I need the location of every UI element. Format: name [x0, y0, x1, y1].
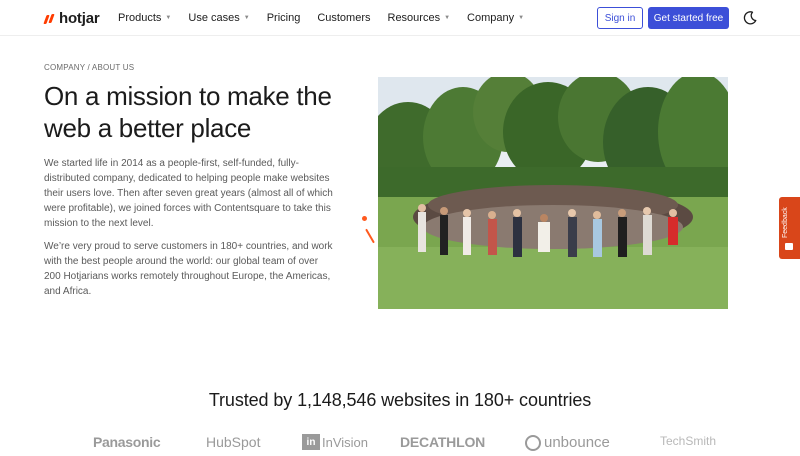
- invision-logo-mark: in: [302, 434, 320, 450]
- top-navigation: hotjar Products ▼ Use cases ▼ Pricing Cust…: [0, 0, 800, 36]
- unbounce-logo-text: unbounce: [544, 434, 610, 451]
- nav-item-label: Resources: [387, 12, 441, 24]
- decorative-dot: [362, 216, 367, 221]
- chevron-down-icon: ▼: [444, 15, 451, 21]
- feedback-label: Feedback: [782, 207, 789, 238]
- decathlon-logo: DECATHLON: [400, 434, 486, 450]
- feedback-icon: [785, 243, 793, 250]
- breadcrumb: COMPANY / ABOUT US: [44, 63, 135, 72]
- nav-item-products[interactable]: Products ▼: [118, 12, 171, 24]
- chevron-down-icon: ▼: [518, 15, 525, 21]
- unbounce-logo: unbounce: [525, 434, 610, 451]
- nav-item-label: Products: [118, 12, 162, 24]
- nav-item-label: Pricing: [266, 12, 301, 24]
- nav-item-label: Customers: [317, 12, 371, 24]
- about-paragraph-1: We started life in 2014 as a people-firs…: [44, 158, 333, 229]
- unbounce-logo-icon: [525, 434, 541, 451]
- nav-item-company[interactable]: Company ▼: [467, 12, 524, 24]
- nav-item-resources[interactable]: Resources ▼: [388, 12, 451, 24]
- moon-icon[interactable]: [742, 10, 758, 26]
- page-title: On a mission to make the web a better pl…: [44, 81, 332, 143]
- sign-in-button[interactable]: Sign in: [597, 7, 643, 29]
- trusted-heading: Trusted by 1,148,546 websites in 180+ co…: [208, 390, 592, 410]
- nav-item-label: Use cases: [188, 12, 240, 24]
- about-paragraph-2: We’re very proud to serve customers in 1…: [44, 241, 333, 297]
- hotjar-logo[interactable]: hotjar: [43, 10, 100, 27]
- nav-item-pricing[interactable]: Pricing: [267, 12, 301, 24]
- techsmith-logo: TechSmith: [660, 434, 717, 448]
- team-photo: [378, 77, 728, 309]
- invision-logo: in InVision: [302, 434, 368, 450]
- nav-item-use-cases[interactable]: Use cases ▼: [188, 12, 249, 24]
- feedback-tab[interactable]: Feedback: [779, 197, 800, 259]
- nav-links: Products ▼ Use cases ▼ Pricing Customers R…: [118, 0, 541, 36]
- invision-logo-text: InVision: [322, 434, 369, 450]
- get-started-button[interactable]: Get started free: [648, 7, 729, 29]
- nav-item-label: Company: [467, 12, 515, 24]
- panasonic-logo: Panasonic: [93, 434, 161, 450]
- chevron-down-icon: ▼: [165, 15, 172, 21]
- customer-logos: Panasonic HubSpot in InVision DECATHLON u…: [0, 430, 800, 454]
- hotjar-logo-icon: [43, 13, 55, 25]
- decorative-line: [365, 228, 375, 244]
- team-photo-illustration: [378, 77, 728, 309]
- logo-text: hotjar: [59, 10, 100, 27]
- chevron-down-icon: ▼: [243, 15, 250, 21]
- hubspot-logo: HubSpot: [206, 434, 261, 450]
- nav-item-customers[interactable]: Customers: [317, 12, 370, 24]
